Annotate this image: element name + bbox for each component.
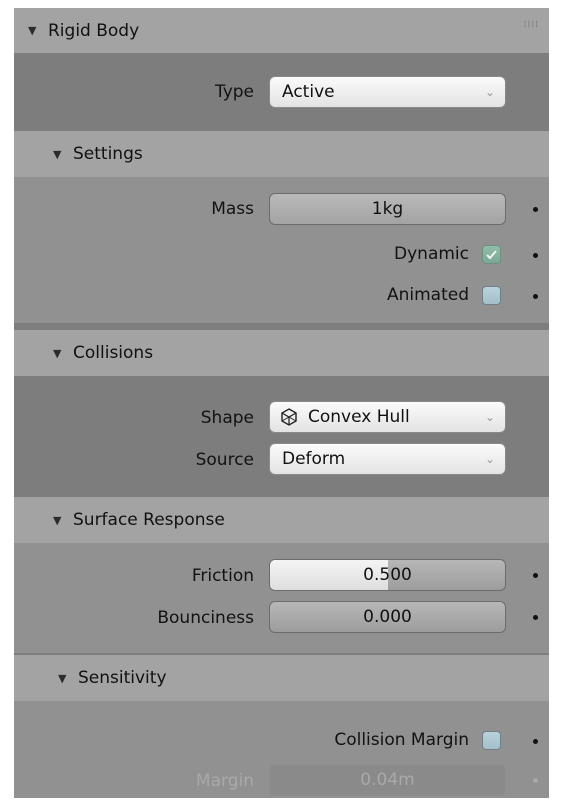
drag-grip-icon[interactable]: ⁞⁞⁞⁞ — [524, 20, 539, 30]
type-label: Type — [214, 82, 254, 102]
keyframe-dot-icon[interactable] — [533, 739, 538, 744]
keyframe-dot-icon[interactable] — [533, 573, 538, 578]
collisions-header[interactable]: ▼ Collisions — [14, 330, 549, 376]
friction-label: Friction — [191, 566, 254, 586]
type-value: Active — [282, 82, 335, 102]
collisions-title: Collisions — [73, 343, 154, 363]
keyframe-dot-icon — [533, 778, 538, 783]
surface-response-header[interactable]: ▼ Surface Response — [14, 497, 549, 543]
collapse-triangle-icon[interactable]: ▼ — [58, 672, 70, 685]
shape-label: Shape — [200, 408, 254, 428]
type-dropdown[interactable]: Active ⌄ — [269, 76, 506, 108]
source-value: Deform — [282, 449, 346, 469]
mass-value: 1kg — [371, 199, 404, 219]
collapse-triangle-icon[interactable]: ▼ — [53, 347, 65, 360]
source-dropdown[interactable]: Deform ⌄ — [269, 443, 506, 475]
checkmark-icon — [486, 250, 497, 260]
collapse-triangle-icon[interactable]: ▼ — [53, 148, 65, 161]
sensitivity-title: Sensitivity — [78, 668, 167, 688]
mass-label: Mass — [211, 199, 254, 219]
collapse-triangle-icon[interactable]: ▼ — [53, 514, 65, 527]
dynamic-checkbox[interactable] — [482, 245, 501, 264]
keyframe-dot-icon[interactable] — [533, 207, 538, 212]
chevron-down-icon: ⌄ — [484, 85, 495, 99]
keyframe-dot-icon[interactable] — [533, 253, 538, 258]
animated-checkbox[interactable] — [482, 286, 501, 305]
keyframe-dot-icon[interactable] — [533, 294, 538, 299]
chevron-down-icon: ⌄ — [484, 452, 495, 466]
rigid-body-header[interactable]: ▼ Rigid Body ⁞⁞⁞⁞ — [14, 8, 549, 53]
bounciness-value: 0.000 — [363, 607, 412, 627]
surface-response-title: Surface Response — [73, 510, 225, 530]
friction-slider[interactable]: 0.500 — [269, 559, 506, 591]
rigid-body-panel: ▼ Rigid Body ⁞⁞⁞⁞ Type Active ⌄ ▼ Settin… — [14, 8, 549, 798]
animated-label: Animated — [386, 285, 469, 305]
convex-hull-icon — [281, 408, 297, 426]
mass-field[interactable]: 1kg — [269, 193, 506, 225]
keyframe-dot-icon[interactable] — [533, 615, 538, 620]
settings-header[interactable]: ▼ Settings — [14, 131, 549, 177]
margin-field: 0.04m — [269, 764, 506, 796]
collision-margin-label: Collision Margin — [334, 730, 469, 750]
dynamic-label: Dynamic — [394, 244, 469, 264]
sensitivity-header[interactable]: ▼ Sensitivity — [14, 655, 549, 701]
margin-value: 0.04m — [360, 770, 415, 790]
bounciness-slider[interactable]: 0.000 — [269, 601, 506, 633]
collapse-triangle-icon[interactable]: ▼ — [28, 24, 40, 37]
source-label: Source — [195, 450, 254, 470]
settings-title: Settings — [73, 144, 143, 164]
chevron-down-icon: ⌄ — [484, 410, 495, 424]
shape-value: Convex Hull — [308, 407, 410, 427]
bounciness-label: Bounciness — [157, 608, 254, 628]
margin-label: Margin — [195, 771, 254, 791]
shape-dropdown[interactable]: Convex Hull ⌄ — [269, 401, 506, 433]
friction-value: 0.500 — [363, 565, 412, 585]
panel-title: Rigid Body — [48, 20, 140, 41]
collision-margin-checkbox[interactable] — [482, 731, 501, 750]
